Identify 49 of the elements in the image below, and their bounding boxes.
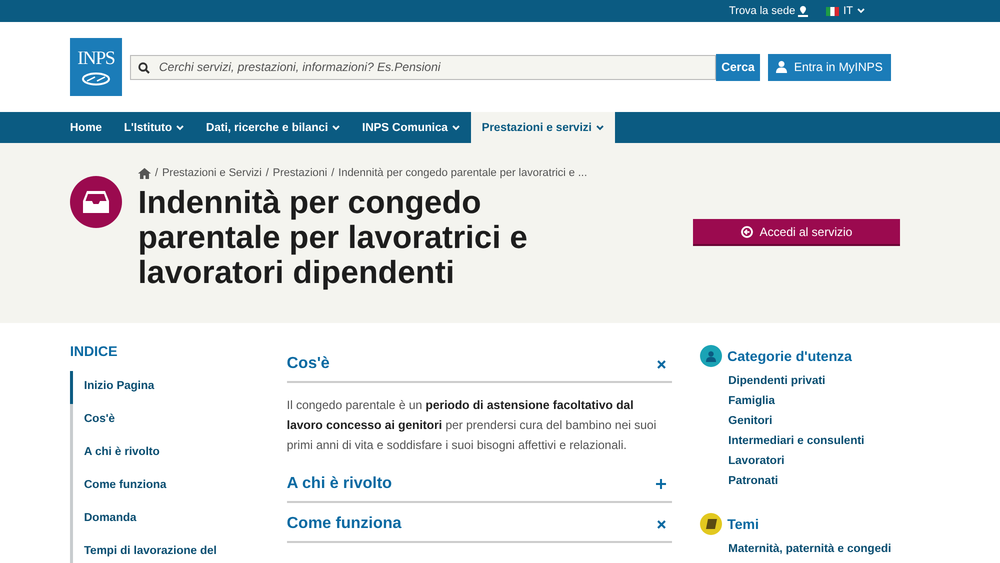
index-link[interactable]: Domanda bbox=[70, 503, 287, 536]
plus-icon bbox=[656, 479, 666, 489]
nav-tab[interactable]: Dati, ricerche e bilanci bbox=[195, 112, 352, 143]
section-paragraph: Il congedo parentale è un periodo di astensione facoltativo dal lavoro concesso ai genitori per prendersi cura del bambino nei suoi primi anni di vita e soddisfare i suoi bisogni affettivi e relazionali. bbox=[286, 397, 658, 454]
page-title: Indennità per congedo parentale per lavoratrici e lavoratori dipendenti bbox=[138, 185, 529, 290]
breadcrumb-link[interactable]: Prestazioni e Servizi bbox=[162, 167, 262, 179]
close-icon bbox=[657, 520, 666, 528]
sidebar-heading: Categorie d'utenza bbox=[727, 348, 852, 364]
search-field[interactable]: Cerchi servizi, prestazioni, informazioni? Es.Pensioni bbox=[130, 54, 716, 80]
accordion-header[interactable]: A chi è rivolto bbox=[286, 463, 672, 503]
sidebar-link[interactable]: Famiglia bbox=[728, 391, 900, 411]
find-office-link[interactable]: Trova la sede bbox=[728, 5, 808, 17]
inbox-icon bbox=[70, 176, 122, 228]
breadcrumb-separator: / bbox=[266, 167, 269, 179]
index-link[interactable]: Inizio Pagina bbox=[70, 371, 287, 404]
index-heading: INDICE bbox=[70, 343, 118, 359]
index-link[interactable]: Tempi di lavorazione del bbox=[70, 536, 287, 563]
nav-tab[interactable]: INPS Comunica bbox=[351, 112, 471, 143]
nav-tab[interactable]: Prestazioni e servizi bbox=[470, 112, 615, 143]
italy-flag-icon bbox=[826, 6, 840, 16]
breadcrumb-separator: / bbox=[155, 167, 158, 179]
sidebar-link[interactable]: Maternità, paternità e congedi bbox=[728, 539, 900, 559]
sidebar-link[interactable]: Dipendenti privati bbox=[728, 371, 900, 391]
sidebar-heading: Temi bbox=[727, 516, 759, 532]
login-button[interactable]: Entra in MyINPS bbox=[768, 54, 891, 80]
breadcrumb-separator: / bbox=[331, 167, 334, 179]
index-link[interactable]: Cos'è bbox=[70, 404, 287, 437]
close-icon bbox=[657, 360, 666, 368]
language-selector[interactable]: IT bbox=[826, 5, 865, 17]
sidebar-link[interactable]: Genitori bbox=[728, 411, 900, 431]
inps-logo[interactable]: INPS bbox=[70, 38, 122, 96]
index-link[interactable]: A chi è rivolto bbox=[70, 437, 287, 470]
sidebar-link[interactable]: Intermediari e consulenti bbox=[728, 431, 900, 451]
access-service-button[interactable]: Accedi al servizio bbox=[693, 219, 900, 246]
search-button[interactable]: Cerca bbox=[716, 54, 760, 80]
nav-tab[interactable]: Home bbox=[70, 112, 113, 143]
nav-tab[interactable]: L'Istituto bbox=[112, 112, 196, 143]
breadcrumb-link[interactable]: Prestazioni bbox=[272, 167, 328, 179]
sidebar-link[interactable]: Lavoratori bbox=[728, 451, 900, 471]
accordion-header[interactable]: Come funziona bbox=[286, 503, 672, 543]
location-pin-icon bbox=[798, 6, 808, 16]
index-link[interactable]: Come funziona bbox=[70, 470, 287, 503]
arrow-circle-icon bbox=[740, 226, 753, 238]
breadcrumb-current: Indennità per congedo parentale per lavoratrici e ... bbox=[338, 167, 588, 179]
sidebar-link[interactable]: Patronati bbox=[728, 471, 900, 491]
home-icon[interactable] bbox=[138, 168, 151, 178]
accordion-header[interactable]: Cos'è bbox=[286, 343, 672, 383]
caret-icon bbox=[857, 8, 865, 14]
user-icon bbox=[776, 61, 787, 73]
